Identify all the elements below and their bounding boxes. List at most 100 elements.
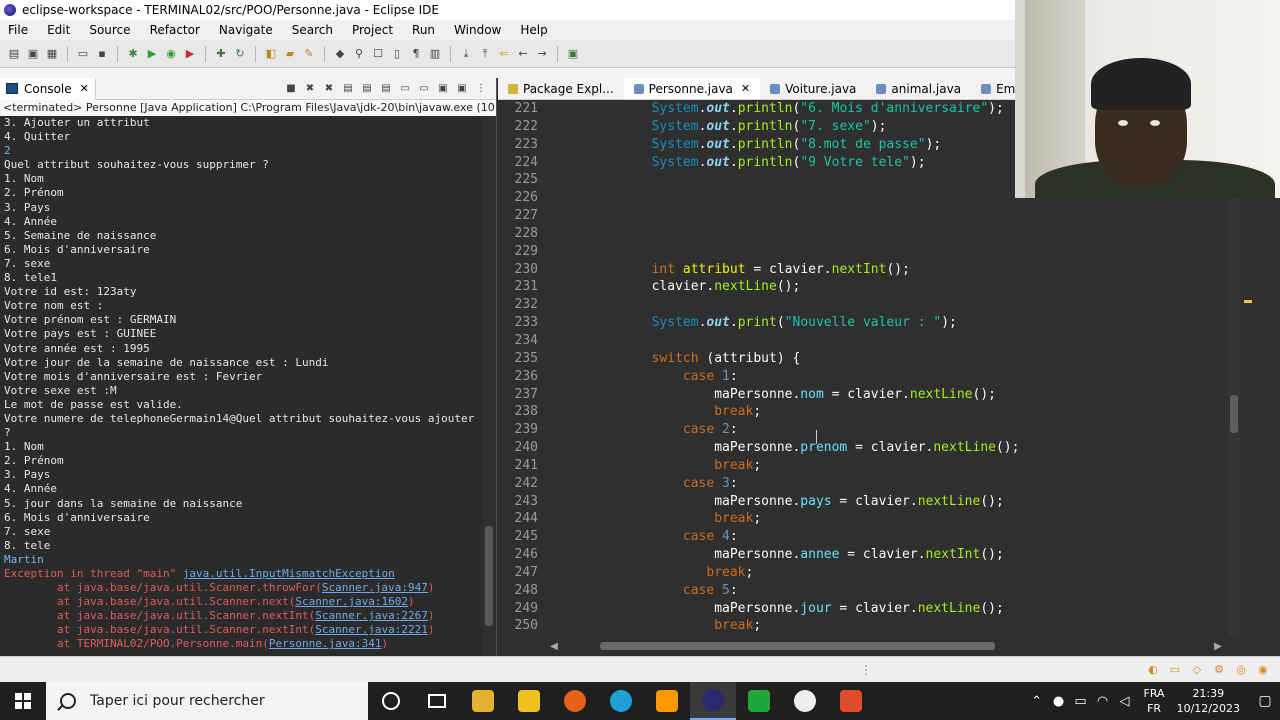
display-console-icon[interactable]: ▣ (436, 82, 450, 96)
menu-source[interactable]: Source (81, 23, 141, 37)
annotation-icon[interactable]: ◆ (332, 46, 348, 62)
next-annotation-icon[interactable]: ⤓ (458, 46, 474, 62)
code-line[interactable]: 234 (498, 332, 1234, 350)
stacktrace-link[interactable]: Scanner.java:2221 (315, 623, 428, 636)
update-icon[interactable]: ⚙ (1212, 663, 1226, 677)
menu-project[interactable]: Project (344, 23, 404, 37)
scroll-lock-icon[interactable]: ▤ (360, 82, 374, 96)
clear-console-icon[interactable]: ▤ (341, 82, 355, 96)
bookmark-icon[interactable]: ▯ (389, 46, 405, 62)
pen-icon[interactable]: ✎ (301, 46, 317, 62)
menu-navigate[interactable]: Navigate (211, 23, 284, 37)
block-select-icon[interactable]: ▥ (427, 46, 443, 62)
cortana-icon[interactable] (368, 682, 414, 720)
remove-launch-icon[interactable]: ✖ (303, 82, 317, 96)
tab-voiture-java[interactable]: Voiture.java (760, 78, 866, 99)
code-line[interactable]: 236 case 1: (498, 368, 1234, 386)
code-line[interactable]: 240 maPersonne.prenom = clavier.nextLine… (498, 439, 1234, 457)
forward-icon[interactable]: → (534, 46, 550, 62)
tips-icon[interactable]: ◇ (1190, 663, 1204, 677)
run-icon[interactable]: ▶ (144, 46, 160, 62)
warning-marker[interactable] (1244, 300, 1252, 303)
code-line[interactable]: 237 maPersonne.nom = clavier.nextLine(); (498, 386, 1234, 404)
word-wrap-icon[interactable]: ▤ (379, 82, 393, 96)
save-all-icon[interactable]: ▦ (44, 46, 60, 62)
task-icon[interactable]: ☐ (370, 46, 386, 62)
red-app-icon[interactable] (828, 682, 874, 720)
menu-search[interactable]: Search (284, 23, 344, 37)
code-line[interactable]: 243 maPersonne.pays = clavier.nextLine()… (498, 493, 1234, 511)
close-icon[interactable]: ✕ (80, 82, 89, 95)
tab-console[interactable]: Console ✕ (0, 77, 96, 100)
volume-icon[interactable]: ◁ (1114, 694, 1136, 709)
codeblocks-icon[interactable] (736, 682, 782, 720)
code-line[interactable]: 241 break; (498, 457, 1234, 475)
code-line[interactable]: 248 case 5: (498, 582, 1234, 600)
code-line[interactable]: 246 maPersonne.annee = clavier.nextInt()… (498, 546, 1234, 564)
wifi-icon[interactable]: ◠ (1092, 694, 1114, 709)
action-center-icon[interactable]: ▢ (1250, 693, 1280, 709)
code-line[interactable]: 242 case 3: (498, 475, 1234, 493)
console-scrollbar[interactable] (482, 116, 496, 656)
new-icon[interactable]: ▤ (6, 46, 22, 62)
paragraph-icon[interactable]: ¶ (408, 46, 424, 62)
menu-edit[interactable]: Edit (39, 23, 81, 37)
scroll-left-icon[interactable]: ◀ (548, 641, 560, 652)
input-language[interactable]: FRA FR (1144, 686, 1165, 716)
status-grip-icon[interactable]: ⋮ (860, 663, 872, 677)
battery-icon[interactable]: ▭ (1070, 694, 1092, 709)
save-icon[interactable]: ▣ (25, 46, 41, 62)
open-type-icon[interactable]: ◧ (263, 46, 279, 62)
code-line[interactable]: 227 (498, 207, 1234, 225)
eclipse-taskbar-icon[interactable] (690, 682, 736, 720)
external-tools-icon[interactable]: ▶ (182, 46, 198, 62)
code-line[interactable]: 244 break; (498, 510, 1234, 528)
debug-icon[interactable]: ✱ (125, 46, 141, 62)
console-scroll-thumb[interactable] (485, 526, 493, 626)
hscroll-track[interactable] (560, 640, 1212, 652)
taskbar-search[interactable]: Taper ici pour rechercher (46, 682, 368, 720)
open-console-icon[interactable]: ▣ (455, 82, 469, 96)
code-line[interactable]: 247 break; (498, 564, 1234, 582)
last-edit-icon[interactable]: ⇐ (496, 46, 512, 62)
code-line[interactable]: 232 (498, 296, 1234, 314)
stacktrace-link[interactable]: Scanner.java:1602 (295, 595, 408, 608)
remove-all-icon[interactable]: ✖ (322, 82, 336, 96)
taskbar-clock[interactable]: 21:39 10/12/2023 (1177, 686, 1240, 716)
code-line[interactable]: 229 (498, 243, 1234, 261)
search-icon[interactable]: ⚲ (351, 46, 367, 62)
heap-icon[interactable]: ▭ (1168, 663, 1182, 677)
code-line[interactable]: 249 maPersonne.jour = clavier.nextLine()… (498, 600, 1234, 618)
task-view-icon[interactable] (414, 682, 460, 720)
code-line[interactable]: 230 int attribut = clavier.nextInt(); (498, 261, 1234, 279)
show-output-icon[interactable]: ▭ (398, 82, 412, 96)
file-explorer-icon[interactable] (460, 682, 506, 720)
pin-console-icon[interactable]: ▭ (417, 82, 431, 96)
code-line[interactable]: 245 case 4: (498, 528, 1234, 546)
open-folder-icon[interactable]: ▰ (282, 46, 298, 62)
menu-window[interactable]: Window (446, 23, 512, 37)
code-line[interactable]: 233 System.out.print("Nouvelle valeur : … (498, 314, 1234, 332)
terminal-icon[interactable]: ▪ (94, 46, 110, 62)
code-line[interactable]: 238 break; (498, 403, 1234, 421)
stacktrace-link[interactable]: Scanner.java:947 (322, 581, 428, 594)
git-icon[interactable]: ◎ (1234, 663, 1248, 677)
sublime-icon[interactable] (644, 682, 690, 720)
print-icon[interactable]: ▭ (75, 46, 91, 62)
menu-refactor[interactable]: Refactor (142, 23, 211, 37)
perspective-icon[interactable]: ▣ (565, 46, 581, 62)
menu-file[interactable]: File (0, 23, 39, 37)
new-java-project-icon[interactable]: ✚ (213, 46, 229, 62)
stacktrace-link[interactable]: Scanner.java:2267 (315, 609, 428, 622)
editor-vscroll-thumb[interactable] (1230, 395, 1238, 433)
code-line[interactable]: 228 (498, 225, 1234, 243)
code-line[interactable]: 231 clavier.nextLine(); (498, 278, 1234, 296)
emoji-app-icon[interactable] (782, 682, 828, 720)
start-button[interactable] (0, 682, 46, 720)
view-menu-icon[interactable]: ⋮ (474, 82, 488, 96)
back-icon[interactable]: ← (515, 46, 531, 62)
code-line[interactable]: 250 break; (498, 617, 1234, 635)
terminate-icon[interactable]: ■ (284, 82, 298, 96)
prev-annotation-icon[interactable]: ⤒ (477, 46, 493, 62)
tab-package-expl[interactable]: Package Expl... (498, 78, 624, 99)
